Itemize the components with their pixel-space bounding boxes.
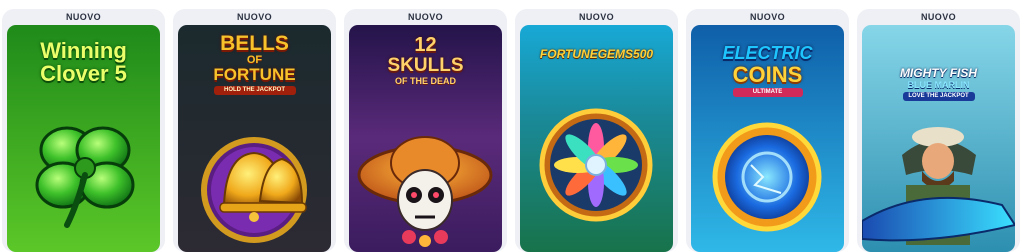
game-title-line: SKULLS — [387, 55, 464, 76]
game-tile-mighty-fish-blue-marlin[interactable]: MIGHTY FISH BLUE MARLIN LOVE THE JACKPOT — [862, 25, 1015, 252]
game-title-line: BLUE MARLIN — [907, 80, 970, 90]
new-badge: NUOVO — [65, 12, 102, 22]
game-tile-12-skulls-of-the-dead[interactable]: 12 SKULLS OF THE DEAD — [349, 25, 502, 252]
new-badge: NUOVO — [236, 12, 273, 22]
game-title-line: Winning — [40, 38, 127, 63]
game-title-line: Clover 5 — [40, 61, 127, 86]
game-subtitle: HOLD THE JACKPOT — [213, 86, 296, 95]
game-title-line: COINS — [732, 62, 803, 87]
game-title-line: FORTUNEGEMS500 — [539, 47, 654, 61]
game-card: NUOVO — [515, 9, 678, 252]
game-subtitle: ULTIMATE — [732, 88, 803, 97]
new-badge: NUOVO — [749, 12, 786, 22]
electric-coin-icon — [712, 122, 822, 232]
game-card: NUOVO — [173, 9, 336, 252]
new-games-strip: NUOVO Winning Clover 5 NUOVO BELLS OF FO… — [0, 0, 1024, 252]
crystal-flower-icon — [539, 108, 653, 222]
golden-bell-icon — [201, 137, 307, 243]
new-badge: NUOVO — [920, 12, 957, 22]
game-title-line: MIGHTY FISH — [899, 66, 978, 80]
game-tile-bells-of-fortune[interactable]: BELLS OF FORTUNE HOLD THE JACKPOT — [178, 25, 331, 252]
game-tile-electric-coins[interactable]: ELECTRIC COINS ULTIMATE — [691, 25, 844, 252]
game-title-line: FORTUNE — [213, 65, 296, 84]
game-subtitle: LOVE THE JACKPOT — [902, 92, 975, 101]
game-card: NUOVO — [344, 9, 507, 252]
game-title-line: 12 — [414, 34, 437, 56]
game-title-line: BELLS — [220, 32, 289, 55]
game-card: NUOVO — [686, 9, 849, 252]
new-badge: NUOVO — [407, 12, 444, 22]
game-card: NUOVO — [2, 9, 165, 252]
game-tile-fortune-gems-500[interactable]: FORTUNEGEMS500 — [520, 25, 673, 252]
new-badge: NUOVO — [578, 12, 615, 22]
game-tile-winning-clover-5[interactable]: Winning Clover 5 — [7, 25, 160, 252]
game-title-line: ELECTRIC — [722, 43, 813, 63]
game-card: NUOVO — [857, 9, 1020, 252]
game-title-line: OF THE DEAD — [394, 76, 456, 86]
